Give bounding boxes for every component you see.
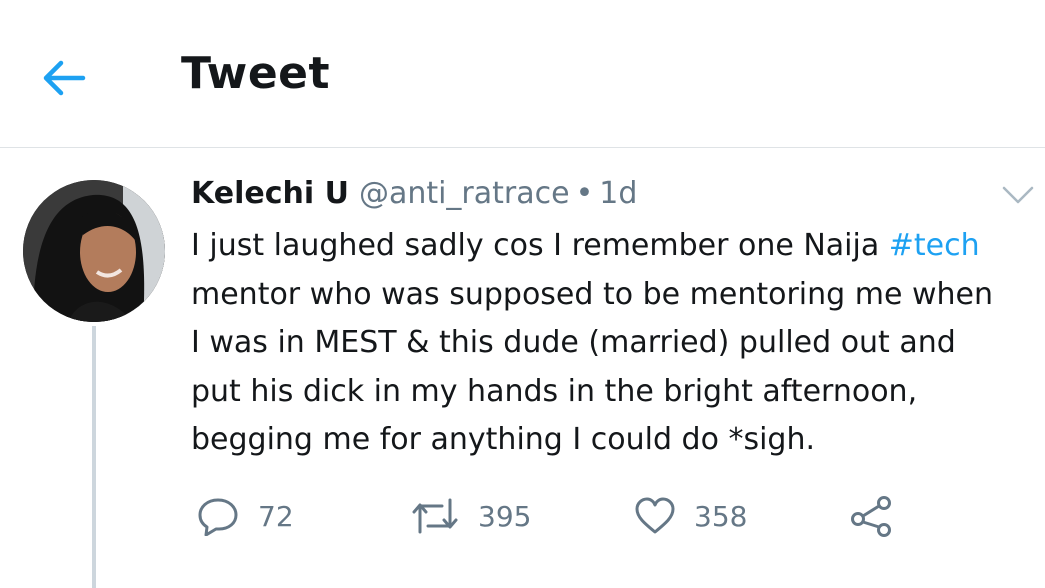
avatar[interactable] <box>23 180 165 322</box>
tweet-text-part-2: mentor who was supposed to be mentoring … <box>191 276 993 458</box>
arrow-left-icon <box>43 60 86 96</box>
avatar-photo <box>23 180 165 322</box>
like-button[interactable]: 358 <box>634 494 747 538</box>
share-button[interactable] <box>850 494 894 538</box>
separator-dot: • <box>575 176 594 211</box>
hashtag-link[interactable]: #tech <box>889 228 980 263</box>
timestamp[interactable]: 1d <box>599 176 637 211</box>
retweet-button[interactable]: 395 <box>410 494 531 538</box>
tweet-header: Kelechi U @anti_ratrace • 1d <box>191 176 637 211</box>
thread-line <box>92 326 96 588</box>
top-bar: Tweet <box>0 0 1045 148</box>
page-title: Tweet <box>181 48 331 99</box>
like-count: 358 <box>694 499 748 533</box>
back-button[interactable] <box>36 50 92 106</box>
reply-icon <box>198 498 238 536</box>
retweet-icon <box>412 498 458 534</box>
reply-count: 72 <box>258 499 294 533</box>
tweet-text-part-1: I just laughed sadly cos I remember one … <box>191 228 889 263</box>
share-icon <box>851 496 891 537</box>
chevron-down-icon <box>1002 186 1034 204</box>
tweet-text: I just laughed sadly cos I remember one … <box>191 222 1041 465</box>
author-handle[interactable]: @anti_ratrace <box>359 176 570 211</box>
tweet-menu-button[interactable] <box>998 180 1038 210</box>
author-name[interactable]: Kelechi U <box>191 176 349 211</box>
reply-button[interactable]: 72 <box>196 494 294 538</box>
retweet-count: 395 <box>478 499 532 533</box>
heart-icon <box>635 497 675 534</box>
